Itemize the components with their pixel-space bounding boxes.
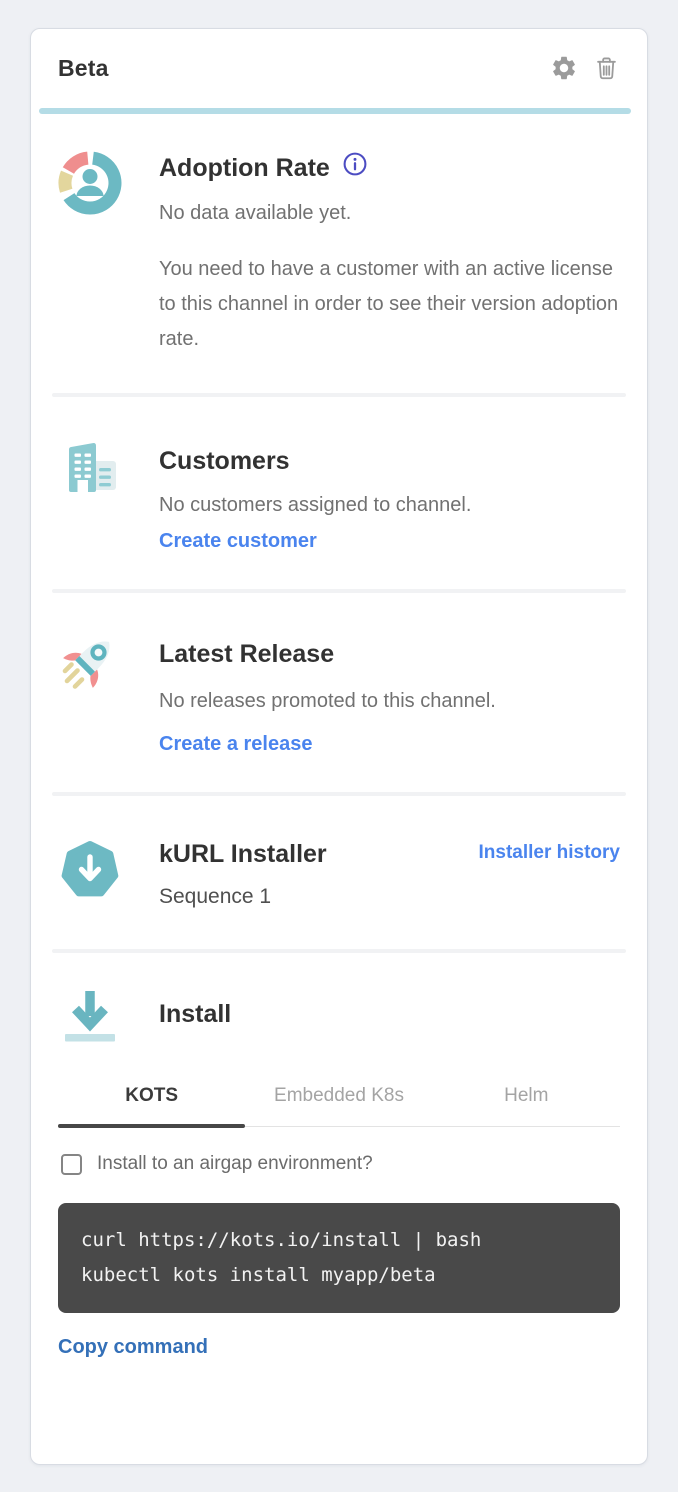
- adoption-rate-title: Adoption Rate: [159, 151, 620, 185]
- copy-command-link[interactable]: Copy command: [58, 1336, 208, 1359]
- channel-card: Beta: [30, 28, 648, 1465]
- adoption-empty-text: No data available yet.: [159, 198, 620, 228]
- channel-actions: [550, 54, 620, 82]
- adoption-rate-section: Adoption Rate No data available yet. You…: [58, 114, 620, 393]
- install-command-block: curl https://kots.io/install | bash kube…: [58, 1203, 620, 1313]
- airgap-row: Install to an airgap environment?: [58, 1153, 620, 1175]
- customers-title: Customers: [159, 445, 620, 477]
- latest-release-title: Latest Release: [159, 638, 620, 670]
- rocket-icon: [58, 629, 122, 756]
- adoption-rate-title-text: Adoption Rate: [159, 152, 330, 184]
- customers-section: Customers No customers assigned to chann…: [58, 397, 620, 589]
- channel-title: Beta: [58, 55, 109, 82]
- tab-helm[interactable]: Helm: [433, 1079, 620, 1126]
- customers-empty-text: No customers assigned to channel.: [159, 490, 620, 520]
- kurl-installer-section: kURL Installer Installer history Sequenc…: [58, 796, 620, 949]
- installer-sequence: Sequence 1: [159, 885, 620, 909]
- release-empty-text: No releases promoted to this channel.: [159, 686, 620, 716]
- tab-embedded-k8s[interactable]: Embedded K8s: [245, 1079, 432, 1126]
- download-arrow-icon: [58, 983, 122, 1047]
- kurl-installer-title: kURL Installer: [159, 838, 327, 870]
- create-customer-link[interactable]: Create customer: [159, 530, 317, 553]
- command-line-2: kubectl kots install myapp/beta: [81, 1264, 436, 1286]
- install-section: Install: [58, 953, 620, 1047]
- donut-user-icon: [58, 151, 122, 357]
- delete-trash-icon[interactable]: [593, 54, 620, 82]
- airgap-label: Install to an airgap environment?: [97, 1153, 373, 1175]
- tab-kots[interactable]: KOTS: [58, 1079, 245, 1126]
- heptagon-download-icon: [58, 838, 122, 909]
- settings-gear-icon[interactable]: [550, 54, 578, 82]
- airgap-checkbox[interactable]: [61, 1154, 82, 1175]
- command-line-1: curl https://kots.io/install | bash: [81, 1229, 481, 1251]
- channel-card-header: Beta: [58, 54, 620, 82]
- install-title: Install: [159, 998, 620, 1030]
- create-release-link[interactable]: Create a release: [159, 733, 312, 756]
- install-tabs: KOTS Embedded K8s Helm: [58, 1079, 620, 1127]
- installer-history-link[interactable]: Installer history: [479, 842, 621, 864]
- info-icon[interactable]: [342, 151, 368, 185]
- kurl-header-row: kURL Installer Installer history: [159, 838, 620, 870]
- latest-release-section: Latest Release No releases promoted to t…: [58, 593, 620, 792]
- adoption-hint-text: You need to have a customer with an acti…: [159, 252, 619, 357]
- buildings-icon: [58, 436, 122, 553]
